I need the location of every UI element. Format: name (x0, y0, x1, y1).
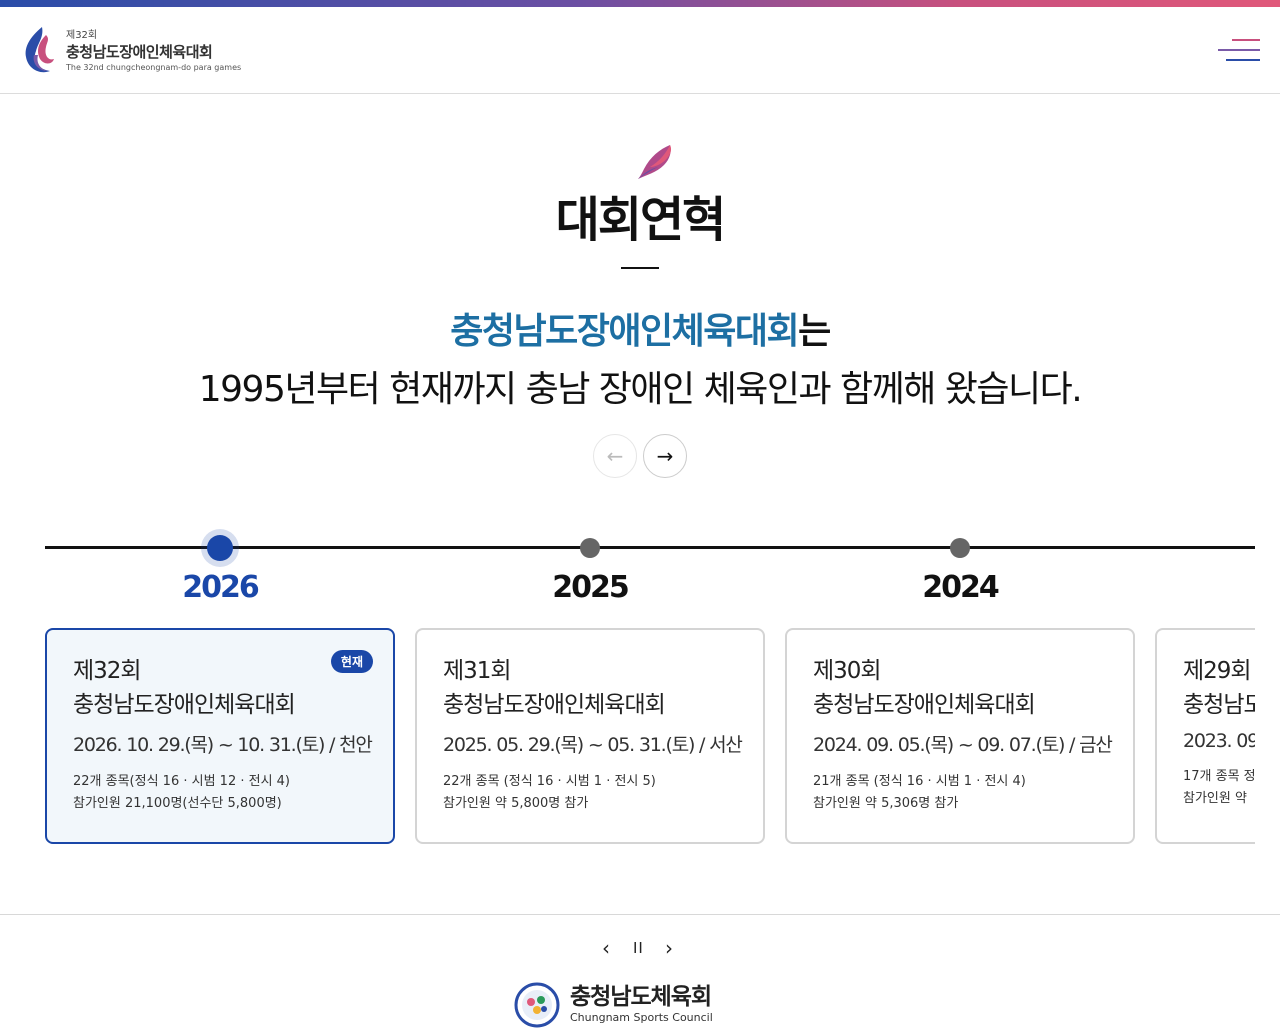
card-round: 제31회 (443, 658, 512, 684)
flame-icon (638, 145, 672, 179)
history-card-32[interactable]: 현재 제32회 충청남도장애인체육대회 2026. 10. 29.(목) ~ 1… (45, 628, 395, 844)
card-round: 제32회 (73, 658, 142, 684)
logo-title: 충청남도장애인체육대회 (66, 42, 213, 61)
page-title: 대회연혁 (555, 192, 727, 248)
timeline-dot-2024[interactable] (950, 538, 970, 558)
logo-edition: 제32회 (66, 29, 98, 41)
card-events: 17개 종목 정 (1183, 769, 1255, 784)
site-header: 제32회 충청남도장애인체육대회 The 32nd chungcheongnam… (0, 7, 1280, 94)
card-participants: 참가인원 21,100명(선수단 5,800명) (73, 796, 282, 811)
top-gradient-bar (0, 0, 1280, 7)
timeline-year-2024[interactable]: 2024 (860, 570, 1060, 605)
flame-logo-icon (25, 27, 54, 73)
timeline-year-2026[interactable]: 2026 (120, 570, 320, 605)
arrow-right-icon[interactable]: → (643, 434, 687, 478)
chevron-right-icon[interactable]: › (665, 936, 673, 960)
history-card-30[interactable]: 제30회 충청남도장애인체육대회 2024. 09. 05.(목) ~ 09. … (785, 628, 1135, 844)
card-date: 2024. 09. 05.(목) ~ 09. 07.(토) / 금산 (813, 734, 1113, 756)
site-logo[interactable]: 제32회 충청남도장애인체육대회 The 32nd chungcheongnam… (20, 25, 241, 77)
sponsor-name: 충청남도체육회 (570, 984, 712, 1010)
lead-line-1: 충청남도장애인체육대회는 (0, 302, 1280, 354)
history-cards: 현재 제32회 충청남도장애인체육대회 2026. 10. 29.(목) ~ 1… (45, 628, 1255, 844)
card-events: 22개 종목 (정식 16 · 시범 1 · 전시 5) (443, 774, 656, 789)
card-participants: 참가인원 약 5,306명 참가 (813, 796, 959, 811)
title-divider (621, 267, 659, 269)
card-date: 2023. 09 (1183, 730, 1255, 752)
card-round: 제29회 (1183, 658, 1252, 684)
sponsor-english-name: Chungnam Sports Council (570, 1011, 713, 1024)
timeline-dot-2025[interactable] (580, 538, 600, 558)
card-name: 충청남도장애인체육대회 (73, 692, 296, 718)
card-events: 22개 종목(정식 16 · 시범 12 · 전시 4) (73, 774, 291, 789)
card-participants: 참가인원 약 5,800명 참가 (443, 796, 589, 811)
pause-icon[interactable]: II (633, 939, 644, 957)
lead-line-2: 1995년부터 현재까지 충남 장애인 체육인과 함께해 왔습니다. (198, 369, 1083, 410)
lead-highlight: 충청남도장애인체육대회 (450, 311, 799, 352)
card-events: 21개 종목 (정식 16 · 시범 1 · 전시 4) (813, 774, 1026, 789)
lead-suffix: 는 (798, 311, 831, 352)
sponsor-logo[interactable]: 충청남도체육회 Chungnam Sports Council (514, 982, 713, 1028)
card-round: 제30회 (813, 658, 882, 684)
card-date: 2026. 10. 29.(목) ~ 10. 31.(토) / 천안 (73, 734, 373, 756)
card-name: 충청남도 (1183, 692, 1255, 718)
timeline-year-2025[interactable]: 2025 (490, 570, 690, 605)
timeline-dot-2026[interactable] (207, 535, 233, 561)
chevron-left-icon[interactable]: ‹ (602, 936, 610, 960)
hamburger-menu-icon[interactable] (1218, 39, 1260, 61)
history-card-29[interactable]: 제29회 충청남도 2023. 09 17개 종목 정 참가인원 약 (1155, 628, 1255, 844)
card-name: 충청남도장애인체육대회 (813, 692, 1036, 718)
arrow-left-icon[interactable]: ← (593, 434, 637, 478)
card-name: 충청남도장애인체육대회 (443, 692, 666, 718)
card-date: 2025. 05. 29.(목) ~ 05. 31.(토) / 서산 (443, 734, 743, 756)
card-participants: 참가인원 약 (1183, 791, 1247, 806)
history-card-31[interactable]: 제31회 충청남도장애인체육대회 2025. 05. 29.(목) ~ 05. … (415, 628, 765, 844)
current-badge: 현재 (330, 650, 373, 673)
sports-council-emblem-icon (514, 982, 560, 1028)
footer-divider (0, 914, 1280, 915)
logo-english-title: The 32nd chungcheongnam-do para games (66, 62, 242, 72)
